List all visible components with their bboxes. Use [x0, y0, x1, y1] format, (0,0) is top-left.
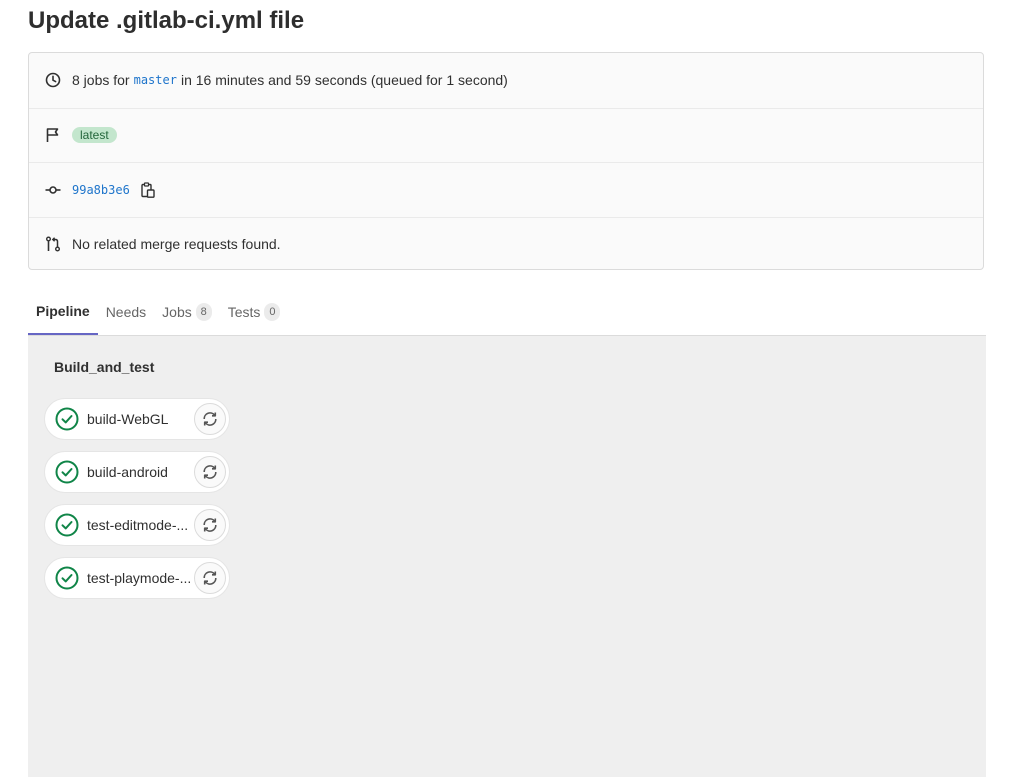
copy-icon[interactable] [140, 181, 156, 199]
tab-needs[interactable]: Needs [98, 288, 154, 335]
tab-tests[interactable]: Tests 0 [220, 288, 289, 335]
tab-label: Needs [105, 303, 147, 320]
job-name: test-playmode-... [87, 570, 192, 586]
jobs-count-badge: 8 [195, 302, 212, 321]
commit-icon [45, 182, 61, 198]
retry-icon[interactable] [194, 456, 226, 488]
tab-pipeline[interactable]: Pipeline [28, 288, 98, 335]
page-title: Update .gitlab-ci.yml file [28, 7, 305, 34]
tab-label: Pipeline [36, 302, 90, 319]
job-pill[interactable]: build-android [44, 451, 230, 493]
status-success-icon [55, 407, 79, 431]
tab-label: Jobs [162, 303, 192, 320]
tab-label: Tests [227, 303, 261, 320]
pipeline-commit-row: 99a8b3e6 [29, 162, 983, 217]
job-name: test-editmode-... [87, 517, 189, 533]
latest-badge: latest [72, 127, 117, 144]
stage-title: Build_and_test [54, 359, 155, 375]
summary-prefix: 8 jobs for [72, 72, 130, 89]
status-success-icon [55, 566, 79, 590]
pipeline-mr-row: No related merge requests found. [29, 216, 983, 272]
job-pill[interactable]: build-WebGL [44, 398, 230, 440]
retry-icon[interactable] [194, 562, 226, 594]
branch-link[interactable]: master [134, 73, 177, 87]
commit-sha-link[interactable]: 99a8b3e6 [72, 183, 130, 197]
merge-request-icon [45, 236, 61, 252]
merge-requests-text: No related merge requests found. [72, 236, 281, 253]
retry-icon[interactable] [194, 509, 226, 541]
job-name: build-WebGL [87, 411, 169, 427]
pipeline-info-box: 8 jobs for master in 16 minutes and 59 s… [28, 52, 984, 270]
tab-jobs[interactable]: Jobs 8 [154, 288, 220, 335]
summary-suffix: in 16 minutes and 59 seconds (queued for… [180, 72, 508, 89]
status-success-icon [55, 460, 79, 484]
status-success-icon [55, 513, 79, 537]
flag-icon [45, 127, 61, 143]
clock-icon [45, 72, 61, 88]
job-pill[interactable]: test-playmode-... [44, 557, 230, 599]
pipeline-summary-row: 8 jobs for master in 16 minutes and 59 s… [29, 53, 983, 108]
pipeline-tabs: Pipeline Needs Jobs 8 Tests 0 [28, 288, 986, 336]
job-name: build-android [87, 464, 168, 480]
tests-count-badge: 0 [264, 302, 281, 321]
pipeline-badges-row: latest [29, 107, 983, 163]
job-pill[interactable]: test-editmode-... [44, 504, 230, 546]
pipeline-page: Update .gitlab-ci.yml file 8 jobs for ma… [0, 0, 1011, 777]
pipeline-graph: Build_and_test build-WebGL build-android… [28, 336, 986, 777]
retry-icon[interactable] [194, 403, 226, 435]
